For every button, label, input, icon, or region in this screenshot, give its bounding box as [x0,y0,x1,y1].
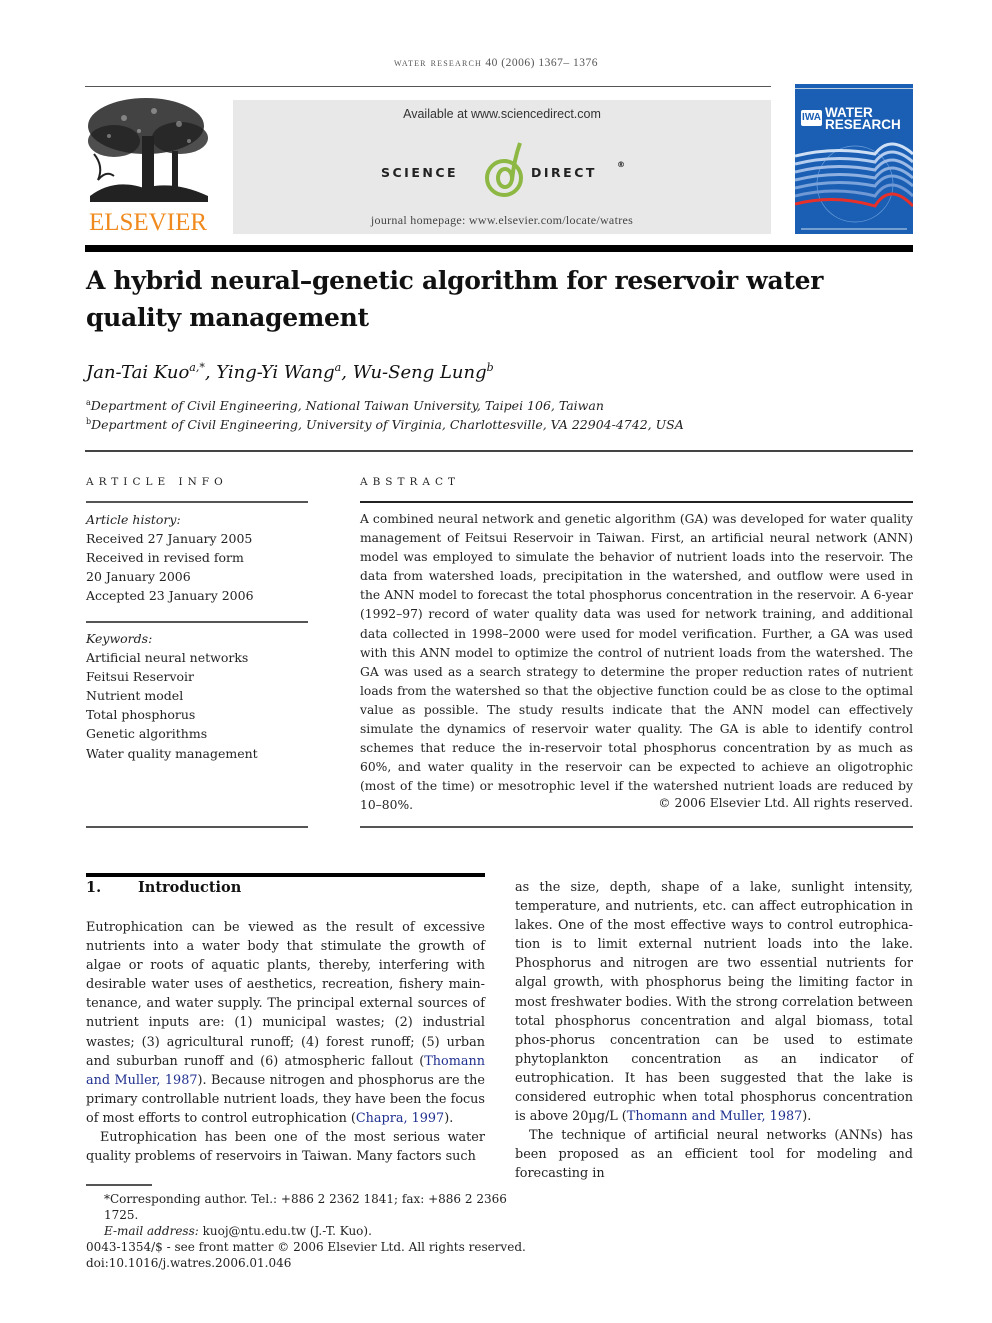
elsevier-tree-icon [88,98,208,202]
body-text: ). [802,1109,812,1125]
article-title: A hybrid neural–genetic algorithm for re… [86,262,886,336]
section-rule [86,873,485,877]
body-column-left: Eutrophication can be viewed as the resu… [86,918,485,1166]
keyword-item: Artificial neural networks [86,650,249,666]
issn-line: 0043-1354/$ - see front matter © 2006 El… [86,1240,526,1254]
body-text: as the size, depth, shape of a lake, sun… [515,880,913,1125]
article-info-bottom-rule [86,826,308,828]
body-paragraph: Eutrophication has been one of the most … [86,1128,485,1166]
keyword-item: Water quality management [86,745,258,761]
body-text: Eutrophication has been one of the most … [86,1130,485,1165]
article-info-rule [86,501,308,503]
author-separator: , [204,362,217,383]
article-info-heading: ARTICLE INFO [86,476,228,488]
sd-science-word: SCIENCE [381,165,459,180]
keyword-item: Total phosphorus [86,707,196,723]
author-name[interactable]: Jan-Tai Kuo [86,362,189,383]
keywords-rule [86,621,308,623]
section-title: Introduction [138,879,242,896]
affiliation-text: Department of Civil Engineering, Univers… [91,417,684,433]
title-line-1: A hybrid neural–genetic algorithm for re… [86,266,824,295]
sd-direct-word: DIRECT [531,165,597,180]
affiliation: aDepartment of Civil Engineering, Nation… [86,398,604,413]
abstract-rule [360,501,913,503]
author-separator: , [341,362,353,383]
section-number: 1. [86,879,102,896]
author-name[interactable]: Ying-Yi Wang [216,362,334,383]
elsevier-logo: ELSEVIER [84,96,212,236]
abstract-text: A combined neural network and genetic al… [360,512,913,813]
registered-mark: ® [617,160,628,169]
footnote-rule [86,1184,152,1186]
affiliation-text: Department of Civil Engineering, Nationa… [90,398,604,414]
email-address[interactable]: kuoj@ntu.edu.tw (J.-T. Kuo). [199,1224,372,1238]
affiliation: bDepartment of Civil Engineering, Univer… [86,417,684,432]
keyword-item: Feitsui Reservoir [86,669,195,685]
history-item: Received 27 January 2005 [86,531,253,547]
journal-homepage-link[interactable]: journal homepage: www.elsevier.com/locat… [233,213,771,228]
title-line-2: quality management [86,303,369,332]
author-list: Jan-Tai Kuoa,*, Ying-Yi Wanga, Wu-Seng L… [86,361,494,383]
running-header: water research 40 (2006) 1367– 1376 [0,57,992,69]
article-history: Article history: Received 27 January 200… [86,510,254,605]
author-name[interactable]: Wu-Seng Lung [353,362,487,383]
email-note: E-mail address: kuoj@ntu.edu.tw (J.-T. K… [86,1223,526,1239]
body-text: ). [444,1110,454,1126]
author-sup: a,* [189,361,205,374]
journal-cover: IWA WATER RESEARCH [795,84,913,234]
history-label: Article history: [86,512,181,527]
sciencedirect-banner: Available at www.sciencedirect.com SCIEN… [233,100,771,234]
body-text: Eutrophication can be viewed as the resu… [86,920,485,1069]
abstract-copyright: © 2006 Elsevier Ltd. All rights reserved… [658,796,913,810]
keyword-item: Nutrient model [86,688,184,704]
available-at-link[interactable]: Available at www.sciencedirect.com [233,107,771,121]
email-label: E-mail address: [104,1224,199,1238]
corresponding-author-note: *Corresponding author. Tel.: +886 2 2362… [104,1192,507,1222]
title-top-rule [85,245,913,252]
abstract-heading: ABSTRACT [360,476,461,488]
body-paragraph: Eutrophication can be viewed as the resu… [86,918,485,1128]
keyword-item: Genetic algorithms [86,726,208,742]
keywords-label: Keywords: [86,631,153,646]
history-item: Accepted 23 January 2006 [86,588,254,604]
keywords-list: Keywords: Artificial neural networks Fei… [86,629,258,763]
abstract-bottom-rule [360,826,913,828]
history-item: 20 January 2006 [86,569,191,585]
journal-citation: 40 (2006) 1367– 1376 [485,57,598,69]
body-paragraph-continued: as the size, depth, shape of a lake, sun… [515,878,913,1126]
cover-wave-graphic [795,142,913,230]
journal-name: water research [394,57,483,69]
footnotes: *Corresponding author. Tel.: +886 2 2362… [86,1191,526,1271]
body-column-right: as the size, depth, shape of a lake, sun… [515,878,913,1184]
body-paragraph: The technique of artificial neural netwo… [515,1128,913,1182]
header-rule [85,86,771,87]
sd-at-icon [485,142,523,197]
section-heading: 1. Introduction [86,879,241,896]
author-sup: b [486,361,494,374]
sciencedirect-logo[interactable]: SCIENCE DIRECT ® [233,140,771,198]
doi-line[interactable]: doi:10.1016/j.watres.2006.01.046 [86,1255,526,1271]
elsevier-wordmark: ELSEVIER [88,209,208,236]
citation-link[interactable]: Thomann and Muller, 1987 [627,1109,802,1124]
citation-link[interactable]: Chapra, 1997 [356,1111,444,1126]
affiliation-rule [85,450,913,452]
history-item: Received in revised form [86,550,244,566]
